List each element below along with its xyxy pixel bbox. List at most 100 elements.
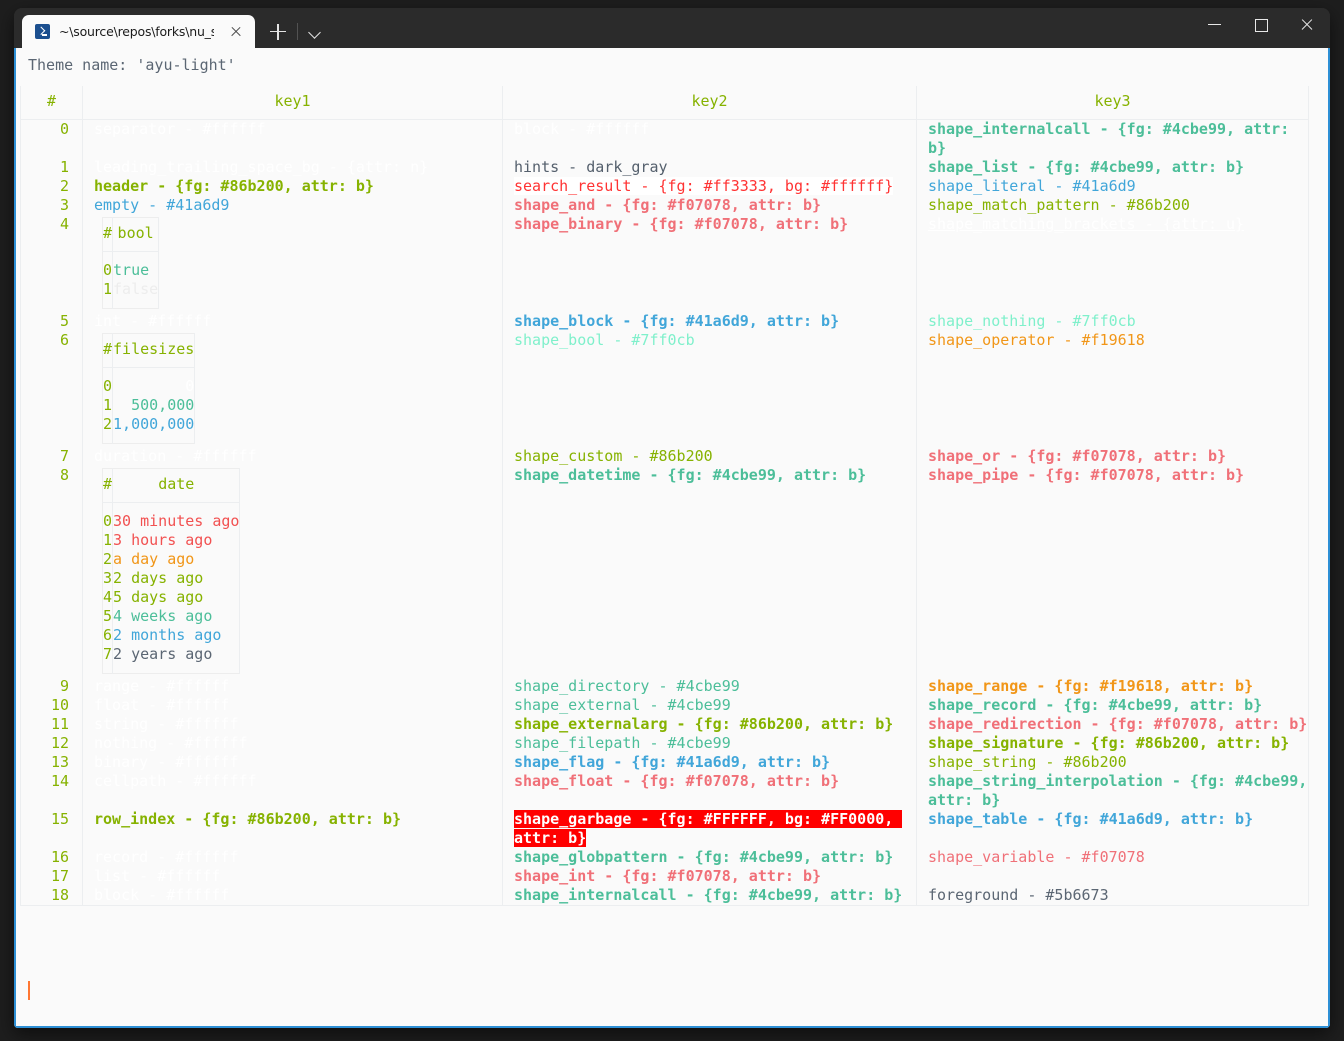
- nested-spacer-row: [102, 367, 196, 377]
- theme-entry: shape_internalcall - {fg: #4cbe99, attr:…: [928, 120, 1299, 157]
- table-row: 6 # filesizes 0 0 1 500,000 2 1,000,000 shape_boo…: [20, 331, 1309, 447]
- theme-entry-line: shape_custom - #86b200: [514, 447, 916, 466]
- theme-entry-line: shape_flag - {fg: #41a6d9, attr: b}: [514, 753, 916, 772]
- spacer-cell: [112, 251, 160, 261]
- theme-entry: shape_float - {fg: #f07078, attr: b}: [514, 772, 840, 790]
- row-index-cell: 2: [20, 177, 83, 196]
- theme-entry: shape_globpattern - {fg: #4cbe99, attr: …: [514, 848, 894, 866]
- close-window-button[interactable]: [1284, 8, 1330, 41]
- theme-entry: leading_trailing_space_bg - {attr: n}: [94, 158, 429, 176]
- theme-entry-line: cellpath - #ffffff: [94, 772, 502, 791]
- chevron-down-icon[interactable]: [300, 15, 332, 48]
- theme-entry: shape_custom - #86b200: [514, 447, 713, 465]
- row-index-cell: 15: [20, 810, 83, 848]
- table-row: 5 int - #ffffff shape_block - {fg: #41a6d9…: [20, 312, 1309, 331]
- column-header-key1: key1: [82, 86, 503, 120]
- cell-key1: int - #ffffff: [82, 312, 503, 331]
- cell-key1: # bool 0 true 1 false: [82, 215, 503, 312]
- theme-entry: record - #ffffff: [94, 848, 239, 866]
- new-tab-button[interactable]: [261, 15, 295, 48]
- nested-row-index: 1: [102, 531, 114, 550]
- terminal-viewport[interactable]: Theme name: 'ayu-light' # key1 key2 key3…: [14, 48, 1330, 1028]
- theme-entry: hints - dark_gray: [514, 158, 668, 176]
- spacer-cell: [102, 434, 114, 444]
- table-row: 11 string - #ffffff shape_externalarg - {f…: [20, 715, 1309, 734]
- theme-entry-line: row_index - {fg: #86b200, attr: b}: [94, 810, 502, 829]
- cell-key3: shape_matching_brackets - {attr: u}: [916, 215, 1309, 312]
- nested-row-value: 2 days ago: [112, 569, 241, 588]
- nested-row-index: 0: [102, 512, 114, 531]
- table-row: 15 row_index - {fg: #86b200, attr: b} shap…: [20, 810, 1309, 848]
- theme-entry-line: shape_float - {fg: #f07078, attr: b}: [514, 772, 916, 791]
- nested-table-row: 2 1,000,000: [102, 415, 196, 434]
- row-index-cell: 14: [20, 772, 83, 810]
- cell-key2: shape_custom - #86b200: [502, 447, 917, 466]
- nested-table-row: 62 months ago: [102, 626, 241, 645]
- spacer-cell: [102, 502, 114, 512]
- theme-entry-line: string - #ffffff: [94, 715, 502, 734]
- terminal-tab[interactable]: ~\source\repos\forks\nu_scrip: [22, 15, 255, 48]
- theme-entry-line: hints - dark_gray: [514, 158, 916, 177]
- nested-table-row: 45 days ago: [102, 588, 241, 607]
- theme-entry-line: shape_globpattern - {fg: #4cbe99, attr: …: [514, 848, 916, 867]
- cell-key3: shape_or - {fg: #f07078, attr: b}: [916, 447, 1309, 466]
- theme-entry: shape_garbage - {fg: #FFFFFF, bg: #FF000…: [514, 810, 903, 847]
- theme-entry-line: nothing - #ffffff: [94, 734, 502, 753]
- table-row: 18 block - #ffffff shape_internalcall - {f…: [20, 886, 1309, 906]
- cell-key3: shape_string_interpolation - {fg: #4cbe9…: [916, 772, 1309, 810]
- theme-entry: shape_bool - #7ff0cb: [514, 331, 695, 349]
- nested-spacer-row: [102, 502, 241, 512]
- table-row: 14 cellpath - #ffffff shape_float - {fg: #…: [20, 772, 1309, 810]
- table-header-row: # key1 key2 key3: [20, 86, 1309, 120]
- cell-key3: shape_nothing - #7ff0cb: [916, 312, 1309, 331]
- cell-key2: shape_binary - {fg: #f07078, attr: b}: [502, 215, 917, 312]
- theme-entry: shape_or - {fg: #f07078, attr: b}: [928, 447, 1227, 465]
- nested-row-index: 7: [102, 645, 114, 664]
- theme-entry: search_result - {fg: #ff3333, bg: #fffff…: [514, 177, 894, 195]
- theme-entry: int - #ffffff: [94, 312, 212, 330]
- cell-key2: block - #ffffff: [502, 119, 917, 158]
- theme-entry: shape_externalarg - {fg: #86b200, attr: …: [514, 715, 894, 733]
- cell-key1: row_index - {fg: #86b200, attr: b}: [82, 810, 503, 848]
- theme-entry: shape_nothing - #7ff0cb: [928, 312, 1136, 330]
- terminal-screen: Theme name: 'ayu-light' # key1 key2 key3…: [16, 48, 1328, 1026]
- minimize-button[interactable]: [1192, 8, 1238, 41]
- nested-table-row: 1 500,000: [102, 396, 196, 415]
- nested-table-filesizes: # filesizes 0 0 1 500,000 2 1,000,000: [102, 333, 196, 444]
- spacer-cell: [112, 299, 160, 309]
- theme-entry: shape_operator - #f19618: [928, 331, 1145, 349]
- nested-table-row: 32 days ago: [102, 569, 241, 588]
- theme-entry-line: shape_literal - #41a6d9: [928, 177, 1308, 196]
- theme-entry-line: shape_list - {fg: #4cbe99, attr: b}: [928, 158, 1308, 177]
- theme-entry: shape_variable - #f07078: [928, 848, 1145, 866]
- cell-key1: separator - #ffffff: [82, 119, 503, 158]
- nested-row-value: 500,000: [112, 396, 196, 415]
- theme-entry-line: separator - #ffffff: [94, 120, 502, 139]
- cell-key2: shape_externalarg - {fg: #86b200, attr: …: [502, 715, 917, 734]
- nested-table-bool: # bool 0 true 1 false: [102, 217, 160, 309]
- theme-entry: duration - #ffffff: [94, 447, 257, 465]
- nested-row-value: 5 days ago: [112, 588, 241, 607]
- theme-entry: shape_pipe - {fg: #f07078, attr: b}: [928, 466, 1245, 484]
- nested-row-value: false: [112, 280, 160, 299]
- cell-key3: shape_variable - #f07078: [916, 848, 1309, 867]
- nested-column-header: #: [102, 333, 114, 368]
- nested-row-index: 6: [102, 626, 114, 645]
- theme-entry-line: shape_redirection - {fg: #f07078, attr: …: [928, 715, 1308, 734]
- cell-key3: shape_list - {fg: #4cbe99, attr: b}: [916, 158, 1309, 177]
- cell-key3: shape_record - {fg: #4cbe99, attr: b}: [916, 696, 1309, 715]
- table-row: 10 float - #ffffff shape_external - #4cbe9…: [20, 696, 1309, 715]
- column-header-index: #: [20, 86, 83, 120]
- close-tab-icon[interactable]: [223, 19, 249, 45]
- nested-table-row: 13 hours ago: [102, 531, 241, 550]
- nested-table-row: 2a day ago: [102, 550, 241, 569]
- maximize-button[interactable]: [1238, 8, 1284, 41]
- theme-entry-line: leading_trailing_space_bg - {attr: n}: [94, 158, 502, 177]
- table-row: 2 header - {fg: #86b200, attr: b} search_r…: [20, 177, 1309, 196]
- theme-entry: shape_literal - #41a6d9: [928, 177, 1136, 195]
- nested-table-row: 72 years ago: [102, 645, 241, 664]
- theme-entry-line: shape_string - #86b200: [928, 753, 1308, 772]
- nested-header-row: # date: [102, 468, 241, 503]
- title-bar: ~\source\repos\forks\nu_scrip: [14, 8, 1330, 48]
- theme-entry: shape_match_pattern - #86b200: [928, 196, 1190, 214]
